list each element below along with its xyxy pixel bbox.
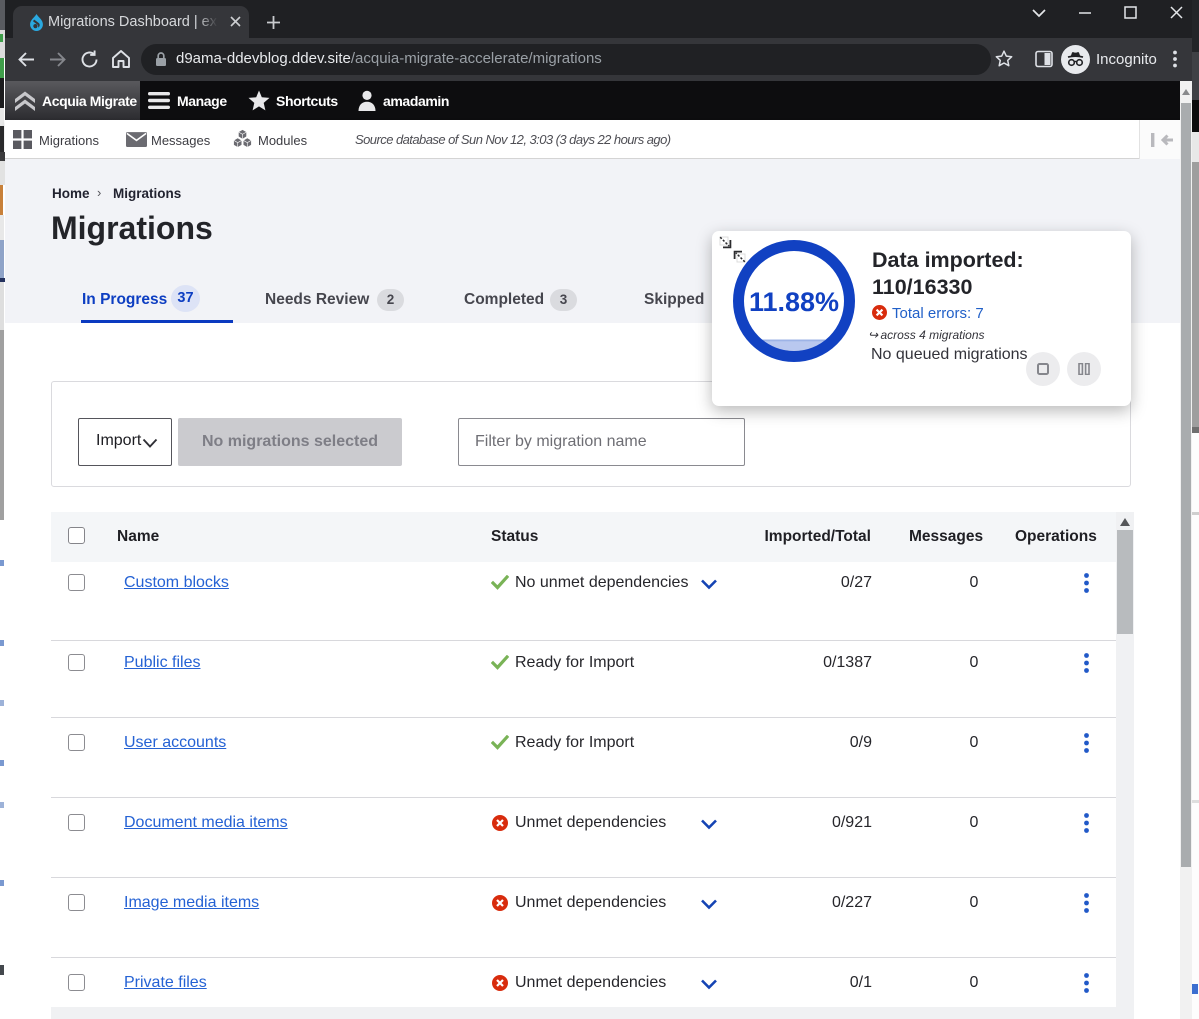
- svg-text:11.88%: 11.88%: [749, 287, 839, 317]
